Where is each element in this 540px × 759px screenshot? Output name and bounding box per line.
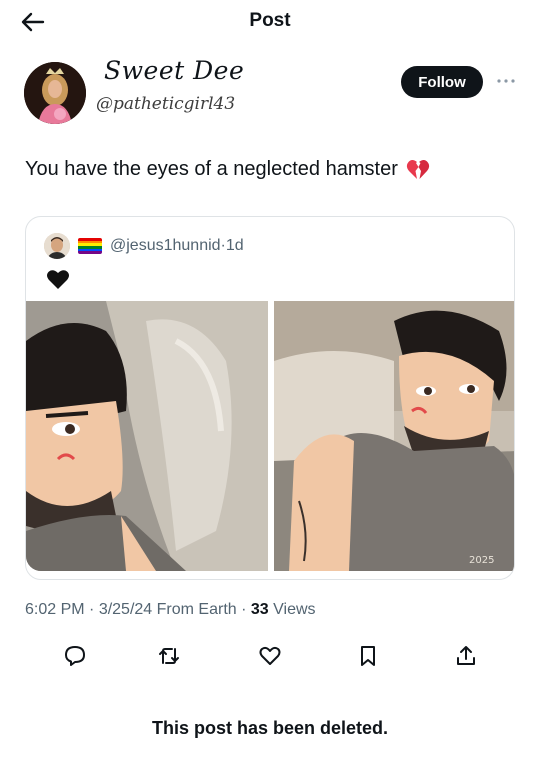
quoted-avatar-image: [44, 233, 70, 259]
quoted-image-2[interactable]: 2025: [274, 301, 514, 571]
post-date: 3/25/24: [98, 601, 153, 618]
reply-icon: [65, 646, 85, 666]
repost-button[interactable]: [155, 642, 183, 670]
post-meta: 6:02 PM · 3/25/24 From Earth · 33 Views: [25, 601, 316, 619]
bookmark-button[interactable]: [354, 642, 382, 670]
like-icon: [259, 646, 281, 665]
author-handle[interactable]: @patheticgirl43: [96, 94, 235, 114]
author-display-name[interactable]: Sweet Dee: [104, 56, 244, 85]
share-icon: [457, 646, 475, 665]
more-options-button[interactable]: [494, 72, 518, 90]
rainbow-flag-icon: [78, 238, 102, 254]
quoted-handle: @jesus1hunnid: [110, 237, 221, 254]
post-text: You have the eyes of a neglected hamster: [25, 158, 430, 181]
broken-heart-icon: [406, 159, 430, 181]
drawing-closeup-image: [26, 301, 268, 571]
quoted-avatar: [44, 233, 70, 259]
views-count: 33: [250, 601, 269, 618]
bookmark-icon: [361, 646, 375, 666]
quoted-media: 2025: [26, 301, 514, 571]
reply-button[interactable]: [61, 642, 89, 670]
views-label: Views: [273, 601, 316, 618]
avatar-image: [24, 62, 86, 124]
page-title: Post: [249, 10, 291, 31]
more-dots-icon: [497, 79, 515, 83]
like-button[interactable]: [256, 642, 284, 670]
repost-icon: [159, 648, 179, 664]
quoted-age: 1d: [225, 237, 244, 254]
post-body: You have the eyes of a neglected hamster: [25, 158, 398, 180]
share-button[interactable]: [452, 642, 480, 670]
post-source: From Earth: [156, 601, 237, 618]
quoted-post[interactable]: @jesus1hunnid · 1d 2025: [25, 216, 515, 580]
meta-sep-1: ·: [84, 601, 99, 618]
drawing-portrait-image: 2025: [274, 301, 514, 571]
image-watermark: 2025: [469, 555, 494, 566]
black-heart-icon: [46, 269, 70, 291]
quoted-post-header: @jesus1hunnid · 1d: [44, 233, 244, 259]
deleted-notice: This post has been deleted.: [151, 718, 389, 738]
top-bar: Post: [0, 0, 540, 44]
meta-sep-2: ·: [236, 601, 251, 618]
follow-button[interactable]: Follow: [401, 66, 483, 98]
action-bar: [0, 640, 540, 670]
post-time: 6:02 PM: [25, 601, 85, 618]
avatar[interactable]: [24, 62, 86, 124]
quoted-image-1[interactable]: [26, 301, 268, 571]
